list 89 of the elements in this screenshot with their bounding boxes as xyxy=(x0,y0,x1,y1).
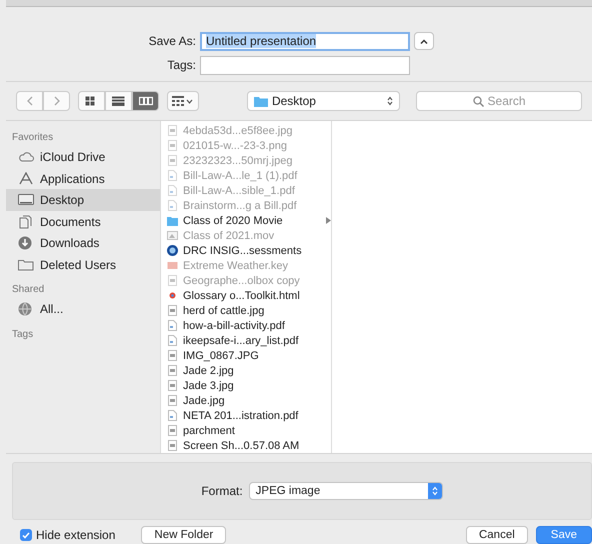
caret-icon xyxy=(186,98,194,104)
documents-icon xyxy=(18,214,34,229)
file-item[interactable]: Glossary o...Toolkit.html xyxy=(161,288,331,304)
file-item: Bill-Law-A...le_1 (1).pdf xyxy=(161,168,331,184)
view-button[interactable] xyxy=(105,91,132,111)
sidebar-item[interactable]: Deleted Users xyxy=(6,254,160,276)
checkbox[interactable] xyxy=(20,529,32,541)
image-file-icon xyxy=(167,425,178,436)
sidebar-item[interactable]: Applications xyxy=(6,168,160,190)
file-item: 23232323...50mrj.jpeg xyxy=(161,153,331,168)
file-item: Brainstorm...g a Bill.pdf xyxy=(161,198,331,214)
checkmark-icon xyxy=(22,532,30,538)
download-icon xyxy=(18,236,34,250)
movie-file-icon xyxy=(167,230,178,242)
image-file-icon xyxy=(167,155,178,166)
image-file-icon xyxy=(167,395,178,406)
image-file-icon xyxy=(167,350,178,362)
collapse-button[interactable] xyxy=(414,32,434,50)
pdf-file-icon xyxy=(167,200,178,212)
folder-icon xyxy=(18,258,34,272)
section-heading: Tags xyxy=(11,328,34,342)
arrange-button[interactable] xyxy=(167,91,199,111)
section-heading: Shared xyxy=(11,283,46,298)
sidebar-item[interactable]: All... xyxy=(6,298,160,320)
file-item[interactable]: ikeepsafe-i...ary_list.pdf xyxy=(161,333,331,348)
checkbox-label: Hide extension xyxy=(36,527,116,544)
sidebar-item[interactable]: Desktop xyxy=(6,189,160,211)
file-item: 021015-w...-23-3.png xyxy=(161,138,331,154)
pdf-file-icon xyxy=(167,170,178,182)
globe-icon xyxy=(18,302,34,316)
grid-icon xyxy=(172,96,184,106)
format-label: Format: xyxy=(201,483,243,500)
file-item[interactable]: herd of cattle.jpg xyxy=(161,303,331,318)
cloud-icon xyxy=(18,150,34,164)
file-item[interactable]: NETA 201...istration.pdf xyxy=(161,408,331,424)
folder-icon xyxy=(167,215,178,226)
section-heading: Favorites xyxy=(11,131,54,146)
pdf-file-icon xyxy=(167,185,178,196)
format-popup[interactable]: JPEG image xyxy=(248,482,443,500)
file-item: Geographe...olbox copy xyxy=(161,273,331,288)
filename-field[interactable]: Untitled presentation xyxy=(200,32,410,50)
file-item[interactable]: Jade.jpg xyxy=(161,393,331,408)
cancel-button[interactable]: Cancel xyxy=(466,526,528,544)
sidebar-item[interactable]: iCloud Drive xyxy=(6,146,160,168)
image-file-icon xyxy=(167,275,178,286)
updown-arrows-icon xyxy=(432,486,438,496)
file-item[interactable]: IMG_0867.JPG xyxy=(161,348,331,364)
apps-icon xyxy=(18,172,34,186)
keynote-file-icon xyxy=(167,260,178,272)
image-file-icon xyxy=(167,380,178,392)
tags-field[interactable] xyxy=(200,56,410,74)
sidebar-item[interactable]: Downloads xyxy=(6,232,160,254)
new-folder-button[interactable]: New Folder xyxy=(141,526,226,544)
file-item[interactable]: Jade 2.jpg xyxy=(161,363,331,378)
file-item[interactable]: Class of 2020 Movie xyxy=(161,213,331,228)
file-item: 4ebda53d...e5f8ee.jpg xyxy=(161,123,331,138)
list-icon xyxy=(112,96,126,106)
view-button[interactable] xyxy=(78,91,105,111)
search-icon xyxy=(472,96,484,106)
updown-arrows-icon xyxy=(387,96,394,106)
folder-icon xyxy=(254,96,268,106)
field-label: Tags: xyxy=(166,57,196,74)
file-item: Class of 2021.mov xyxy=(161,228,331,244)
image-file-icon xyxy=(167,365,178,376)
file-item[interactable]: Screen Sh...0.57.08 AM xyxy=(161,438,331,454)
app-icon xyxy=(167,245,178,256)
sidebar-item[interactable]: Documents xyxy=(6,210,160,232)
disclosure-triangle-icon xyxy=(326,217,331,224)
location-popup[interactable]: Desktop xyxy=(246,91,400,111)
columns-icon xyxy=(138,96,152,106)
monitor-icon xyxy=(18,193,34,208)
field-label: Save As: xyxy=(148,33,196,50)
file-item: Bill-Law-A...sible_1.pdf xyxy=(161,183,331,198)
image-file-icon xyxy=(167,140,178,152)
pdf-file-icon xyxy=(167,320,178,332)
html-file-icon xyxy=(167,290,178,302)
pdf-file-icon xyxy=(167,410,178,422)
file-item: Extreme Weather.key xyxy=(161,258,331,274)
file-item[interactable]: parchment xyxy=(161,423,331,438)
pdf-file-icon xyxy=(167,335,178,346)
chevron-right-icon xyxy=(54,96,60,106)
chevron-up-icon xyxy=(420,38,428,44)
view-button[interactable] xyxy=(132,91,159,111)
file-item[interactable]: DRC INSIG...sessments xyxy=(161,243,331,258)
chevron-left-icon xyxy=(26,96,32,106)
image-file-icon xyxy=(167,305,178,316)
image-file-icon xyxy=(167,125,178,136)
file-item[interactable]: how-a-bill-activity.pdf xyxy=(161,318,331,334)
file-item[interactable]: Jade 3.jpg xyxy=(161,378,331,394)
